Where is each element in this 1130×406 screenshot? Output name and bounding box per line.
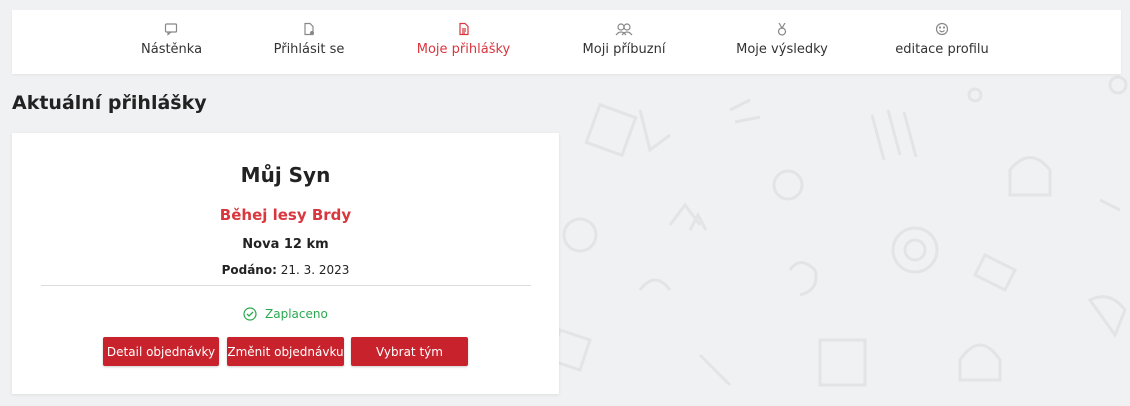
nav-item-label: Nástěnka: [141, 42, 203, 57]
nav-item-moje-prihlasky[interactable]: Moje přihlášky: [411, 22, 516, 57]
submitted-date-row: Podáno: 21. 3. 2023: [12, 263, 559, 277]
smiley-icon: [934, 22, 950, 38]
participant-name: Můj Syn: [240, 163, 331, 187]
nav-item-label: editace profilu: [895, 42, 989, 57]
submitted-label: Podáno:: [221, 263, 277, 277]
nav-item-moji-pribuzni[interactable]: Moji příbuzní: [578, 22, 670, 57]
nav-item-prihlasit-se[interactable]: Přihlásit se: [269, 22, 349, 57]
document-add-icon: [301, 22, 317, 38]
nav-item-label: Přihlásit se: [273, 42, 345, 57]
page-title: Aktuální přihlášky: [12, 92, 207, 114]
select-team-button[interactable]: Vybrat tým: [351, 337, 468, 366]
nav-item-moje-vysledky[interactable]: Moje výsledky: [734, 22, 830, 57]
application-card: Můj Syn Běhej lesy Brdy Nova 12 km Podán…: [12, 133, 559, 394]
race-category: Nova 12 km: [242, 237, 329, 252]
nav-item-label: Moje přihlášky: [416, 42, 511, 57]
nav-item-nastenka[interactable]: Nástěnka: [141, 22, 203, 57]
submitted-date: 21. 3. 2023: [280, 263, 350, 277]
check-circle-icon: [243, 307, 257, 321]
medal-icon: [774, 22, 790, 38]
nav-item-editace-profilu[interactable]: editace profilu: [894, 22, 990, 57]
top-navigation: Nástěnka Přihlásit se Moje přihlášky Moj…: [12, 10, 1121, 74]
payment-status: Zaplaceno: [12, 307, 559, 321]
race-name: Běhej lesy Brdy: [219, 206, 352, 224]
document-icon: [456, 22, 472, 38]
users-icon: [614, 22, 634, 38]
order-detail-button[interactable]: Detail objednávky: [103, 337, 219, 366]
card-divider: [41, 285, 531, 286]
message-icon: [163, 22, 179, 38]
payment-status-label: Zaplaceno: [265, 307, 328, 321]
nav-item-label: Moje výsledky: [736, 42, 828, 57]
change-order-button[interactable]: Změnit objednávku: [227, 337, 344, 366]
nav-item-label: Moji příbuzní: [582, 42, 666, 57]
